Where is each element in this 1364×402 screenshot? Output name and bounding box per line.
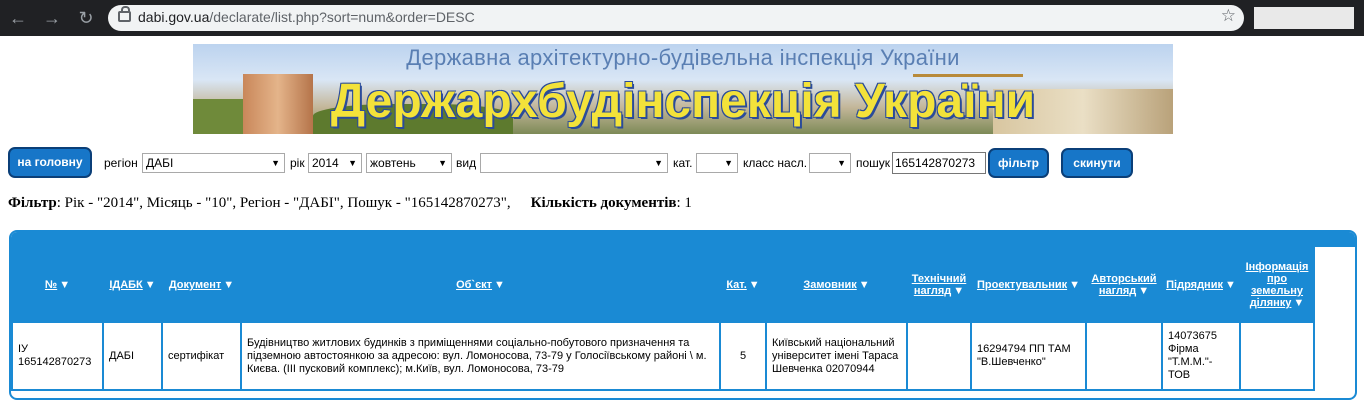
sort-icon: ▼ (748, 279, 760, 291)
col-header-author-supervision[interactable]: Авторський нагляд ▼ (1087, 249, 1161, 321)
extensions-area (1254, 7, 1354, 29)
sort-icon: ▼ (1293, 297, 1305, 309)
year-label: рік (290, 156, 305, 170)
col-header-num[interactable]: № ▼ (13, 249, 102, 321)
declarations-table: № ▼ ІДАБК ▼ Документ ▼ Об`єкт ▼ Кат. ▼ Замовн… (11, 247, 1315, 391)
chevron-down-icon: ▼ (271, 158, 280, 168)
back-icon[interactable]: ← (6, 6, 30, 30)
type-label: вид (456, 156, 477, 170)
chevron-down-icon: ▼ (654, 158, 663, 168)
table-row: ІУ 165142870273 ДАБІ сертифікат Будівницт… (13, 323, 1313, 389)
sort-icon: ▼ (144, 279, 156, 291)
category-label: кат. (673, 156, 693, 170)
col-header-designer[interactable]: Проектувальник ▼ (972, 249, 1085, 321)
search-input[interactable]: 165142870273 (892, 152, 986, 174)
class-select[interactable]: ▼ (809, 153, 851, 173)
home-button[interactable]: на головну (8, 147, 92, 178)
class-label: класс насл. (743, 156, 808, 170)
chevron-down-icon: ▼ (837, 158, 846, 168)
sort-icon: ▼ (858, 279, 870, 291)
banner-subtitle: Державна архітектурно-будівельна інспекц… (406, 45, 960, 70)
cell-author-supervision (1087, 323, 1161, 389)
sort-icon: ▼ (1069, 279, 1081, 291)
header-banner: Державна архітектурно-будівельна інспекц… (193, 44, 1173, 134)
reload-icon[interactable]: ↻ (74, 6, 98, 30)
sort-icon: ▼ (1138, 285, 1150, 297)
col-header-contractor[interactable]: Підрядник ▼ (1163, 249, 1239, 321)
sort-icon: ▼ (953, 285, 965, 297)
col-header-category[interactable]: Кат. ▼ (721, 249, 765, 321)
sort-icon: ▼ (1224, 279, 1236, 291)
sort-icon: ▼ (59, 279, 71, 291)
filter-summary: Фільтр: Рік - "2014", Місяць - "10", Рег… (8, 195, 692, 212)
cell-contractor: 14073675 Фірма "Т.М.М."-ТОВ (1163, 323, 1239, 389)
sort-icon: ▼ (223, 279, 235, 291)
year-select[interactable]: 2014 ▼ (308, 153, 362, 173)
filter-summary-label: Фільтр (8, 195, 57, 211)
col-header-object[interactable]: Об`єкт ▼ (242, 249, 719, 321)
banner-title: Держархбудінспекція України (330, 75, 1036, 128)
declarations-table-panel: № ▼ ІДАБК ▼ Документ ▼ Об`єкт ▼ Кат. ▼ Замовн… (9, 230, 1357, 400)
chevron-down-icon: ▼ (724, 158, 733, 168)
search-label: пошук (856, 156, 891, 170)
cell-document: сертифікат (163, 323, 240, 389)
document-count-label: Кількість документів (530, 195, 677, 211)
forward-icon[interactable]: → (40, 6, 64, 30)
cell-idabk: ДАБІ (104, 323, 161, 389)
cell-num: ІУ 165142870273 (13, 323, 102, 389)
document-count-value: : 1 (676, 195, 692, 211)
address-bar[interactable]: dabi.gov.ua/declarate/list.php?sort=num&… (108, 5, 1244, 31)
chevron-down-icon: ▼ (438, 158, 447, 168)
col-header-tech-supervision[interactable]: Технічний нагляд ▼ (908, 249, 970, 321)
reset-button[interactable]: скинути (1061, 148, 1133, 178)
cell-land-info (1241, 323, 1313, 389)
region-label: регіон (104, 156, 138, 170)
chevron-down-icon: ▼ (348, 158, 357, 168)
filter-summary-text: : Рік - "2014", Місяць - "10", Регіон - … (56, 195, 511, 211)
type-select[interactable]: ▼ (480, 153, 668, 173)
cell-tech-supervision (908, 323, 970, 389)
lock-icon (118, 6, 131, 22)
cell-object: Будівництво житлових будинків з приміщен… (242, 323, 719, 389)
month-select[interactable]: жовтень ▼ (366, 153, 452, 173)
category-select[interactable]: ▼ (696, 153, 738, 173)
col-header-customer[interactable]: Замовник ▼ (767, 249, 906, 321)
region-select[interactable]: ДАБІ ▼ (142, 153, 285, 173)
cell-designer: 16294794 ПП ТАМ "В.Шевченко" (972, 323, 1085, 389)
cell-category: 5 (721, 323, 765, 389)
sort-icon: ▼ (494, 279, 505, 291)
cell-customer: Київський національний університет імені… (767, 323, 906, 389)
col-header-land-info[interactable]: Інформація про земельну ділянку ▼ (1241, 249, 1313, 321)
bookmark-star-icon[interactable]: ☆ (1221, 6, 1236, 26)
col-header-document[interactable]: Документ ▼ (163, 249, 240, 321)
filter-button[interactable]: фільтр (988, 148, 1049, 178)
url-text[interactable]: dabi.gov.ua/declarate/list.php?sort=num&… (138, 9, 475, 25)
table-header-row: № ▼ ІДАБК ▼ Документ ▼ Об`єкт ▼ Кат. ▼ Замовн… (13, 249, 1313, 321)
col-header-idabk[interactable]: ІДАБК ▼ (104, 249, 161, 321)
browser-toolbar: ← → ↻ dabi.gov.ua/declarate/list.php?sor… (0, 0, 1364, 36)
